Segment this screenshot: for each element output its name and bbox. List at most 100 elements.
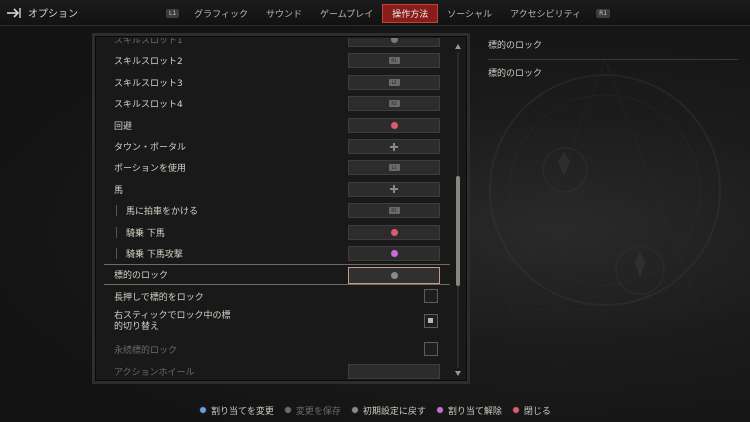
- setting-label: 馬に拍車をかける: [126, 207, 199, 218]
- settings-row[interactable]: スキルスロット1: [104, 38, 450, 50]
- setting-label: スキルスロット3: [114, 78, 183, 89]
- keybind-slot[interactable]: [348, 224, 440, 240]
- tab-graphics[interactable]: グラフィック: [185, 5, 257, 22]
- toggle-checkbox[interactable]: [424, 342, 438, 357]
- setting-label: 騎乗 下馬攻撃: [126, 250, 183, 260]
- controller-button-icon: [199, 406, 208, 414]
- back-button[interactable]: オプション: [6, 5, 78, 20]
- setting-label: スキルスロット4: [114, 100, 183, 111]
- keybind-slot[interactable]: [348, 38, 440, 47]
- keybind-slot[interactable]: [348, 363, 440, 379]
- shoulder-button-icon: L1: [388, 164, 400, 172]
- settings-row[interactable]: アクションホイール: [104, 361, 450, 380]
- footer-hint-label: 割り当て解除: [447, 406, 502, 417]
- footer-hint[interactable]: 割り当てを変更: [199, 404, 274, 417]
- settings-row[interactable]: 永続標的ロック: [104, 339, 450, 360]
- back-arrow-icon: [7, 7, 21, 18]
- controller-button-icon: [511, 406, 520, 414]
- settings-row[interactable]: 騎乗 下馬攻撃: [104, 243, 450, 264]
- keybind-slot[interactable]: L2: [348, 74, 440, 90]
- controller-button-icon: [283, 406, 292, 414]
- setting-label: ポーションを使用: [114, 164, 186, 175]
- tab-bar: L1 グラフィック サウンド ゲームプレイ 操作方法 ソーシャル アクセシビリテ…: [160, 3, 616, 23]
- shoulder-button-icon: L2: [388, 78, 400, 86]
- shoulder-button-icon: R1: [388, 57, 400, 65]
- sub-item-marker: [116, 226, 117, 238]
- sub-item-marker: [116, 248, 117, 259]
- settings-row[interactable]: 回避: [104, 115, 450, 136]
- face-button-icon: [390, 38, 398, 43]
- tab-gameplay[interactable]: ゲームプレイ: [311, 5, 382, 22]
- scroll-down-icon[interactable]: [455, 371, 461, 376]
- dpad-icon: [390, 185, 398, 194]
- toggle-checkbox[interactable]: [424, 288, 438, 303]
- setting-label: 長押しで標的をロック: [114, 292, 204, 303]
- face-button-icon: [390, 272, 398, 280]
- footer-hint[interactable]: 閉じる: [511, 404, 551, 417]
- setting-label: 馬: [114, 185, 124, 196]
- settings-row[interactable]: 騎乗 下馬: [104, 222, 450, 243]
- scroll-up-icon[interactable]: [455, 44, 461, 49]
- face-button-icon: [390, 121, 398, 129]
- keybind-slot[interactable]: R1: [348, 203, 440, 219]
- keybind-slot[interactable]: [348, 246, 440, 261]
- settings-row[interactable]: 馬: [104, 179, 450, 200]
- face-button-icon: [390, 250, 398, 257]
- l1-shoulder-icon[interactable]: L1: [166, 8, 180, 18]
- footer-hints: 割り当てを変更 変更を保存 初期設定に戻す 割り当て解除 閉じる: [0, 398, 750, 422]
- settings-row[interactable]: スキルスロット2 R1: [104, 50, 450, 71]
- face-button-icon: [390, 228, 398, 236]
- setting-label: 永続標的ロック: [114, 346, 178, 357]
- settings-row[interactable]: スキルスロット3 L2: [104, 72, 450, 93]
- sigil-decoration: [489, 58, 721, 311]
- keybind-slot[interactable]: [348, 267, 440, 285]
- keybind-slot[interactable]: R1: [348, 53, 440, 69]
- keybind-slot[interactable]: L1: [348, 160, 440, 176]
- keybind-slot[interactable]: [348, 181, 440, 197]
- footer-hint-label: 初期設定に戻す: [362, 406, 426, 417]
- settings-row[interactable]: 長押しで標的をロック: [104, 286, 450, 307]
- scrollbar[interactable]: [454, 42, 462, 378]
- dpad-icon: [390, 142, 398, 151]
- settings-row[interactable]: 標的のロック: [104, 264, 450, 286]
- keybind-slot[interactable]: [348, 139, 440, 154]
- keybind-slot[interactable]: [348, 117, 440, 133]
- footer-hint[interactable]: 割り当て解除: [435, 404, 502, 417]
- info-panel: 標的のロック 標的のロック: [488, 38, 738, 79]
- settings-row[interactable]: 右スティックでロック中の標 的切り替え: [104, 307, 450, 337]
- tab-accessibility[interactable]: アクセシビリティ: [501, 5, 590, 22]
- settings-list: スキルスロット1 スキルスロット2 R1 スキルスロット3 L2 スキルスロット4 R2 回避…: [104, 38, 450, 380]
- footer-hint-label: 割り当てを変更: [211, 406, 274, 417]
- setting-label: 騎乗 下馬: [126, 228, 165, 239]
- settings-row[interactable]: ポーションを使用 L1: [104, 157, 450, 178]
- setting-label: 右スティックでロック中の標 的切り替え: [114, 311, 231, 333]
- footer-hint[interactable]: 変更を保存: [283, 404, 341, 417]
- toggle-checkbox[interactable]: [424, 314, 438, 329]
- setting-label: スキルスロット1: [114, 38, 183, 46]
- page-title: オプション: [28, 9, 78, 20]
- setting-label: スキルスロット2: [114, 57, 183, 68]
- settings-row[interactable]: スキルスロット4 R2: [104, 93, 450, 114]
- info-description: 標的のロック: [488, 69, 543, 79]
- setting-label: アクションホイール: [114, 367, 195, 378]
- tab-sound[interactable]: サウンド: [257, 5, 311, 22]
- footer-hint-label: 閉じる: [523, 406, 551, 417]
- controller-button-icon: [350, 406, 359, 414]
- footer-hint[interactable]: 初期設定に戻す: [350, 404, 426, 417]
- top-bar: オプション L1 グラフィック サウンド ゲームプレイ 操作方法 ソーシャル ア…: [0, 0, 750, 26]
- r1-shoulder-icon[interactable]: R1: [596, 8, 611, 18]
- tab-controls[interactable]: 操作方法: [382, 3, 439, 23]
- keybind-slot[interactable]: R2: [348, 96, 440, 112]
- settings-row[interactable]: タウン・ポータル: [104, 136, 450, 157]
- settings-row[interactable]: 馬に拍車をかける R1: [104, 200, 450, 221]
- sub-item-marker: [116, 205, 117, 217]
- tab-social[interactable]: ソーシャル: [438, 5, 501, 22]
- info-title: 標的のロック: [488, 41, 543, 51]
- info-divider: [488, 59, 738, 60]
- controller-button-icon: [435, 406, 444, 414]
- setting-label: 回避: [114, 121, 133, 132]
- scroll-thumb[interactable]: [456, 176, 460, 286]
- shoulder-button-icon: R1: [388, 207, 400, 215]
- footer-hint-label: 変更を保存: [295, 406, 341, 417]
- setting-label: タウン・ポータル: [114, 143, 187, 153]
